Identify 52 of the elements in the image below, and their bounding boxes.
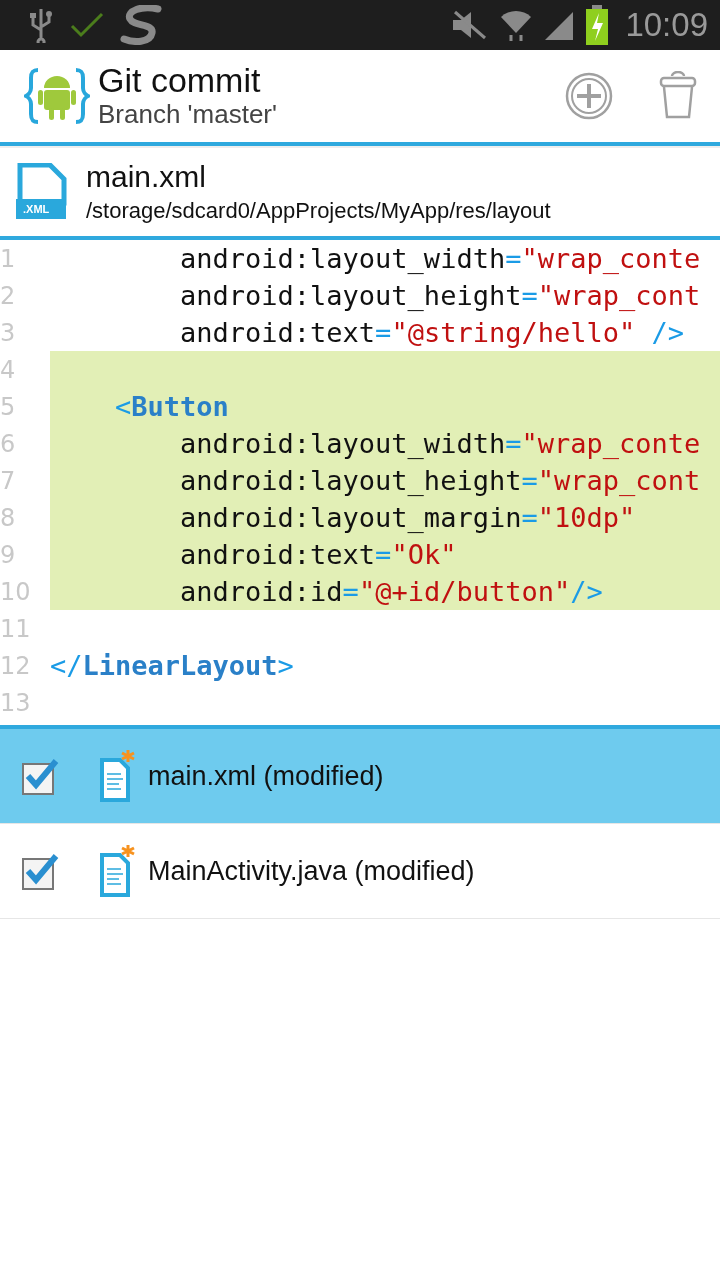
code-tag: LinearLayout — [82, 650, 278, 681]
code-string: "wrap_cont — [537, 280, 701, 311]
code-text: android:layout_width — [179, 428, 506, 459]
code-punctuation: </ — [50, 650, 83, 681]
usb-icon — [28, 7, 54, 43]
code-punctuation: = — [375, 317, 392, 348]
code-string: "10dp" — [537, 502, 636, 533]
code-text: android:id — [179, 576, 343, 607]
code-string: "wrap_cont — [537, 465, 701, 496]
file-name: main.xml — [86, 160, 207, 194]
code-punctuation: /> — [570, 576, 603, 607]
code-punctuation: = — [375, 539, 392, 570]
changed-file-row[interactable]: main.xml (modified) — [0, 729, 720, 824]
code-text: android:layout_width — [179, 243, 506, 274]
checkbox[interactable] — [20, 851, 60, 891]
code-punctuation: /> — [650, 317, 684, 348]
changed-file-row[interactable]: MainActivity.java (modified) — [0, 824, 720, 919]
android-braces-icon — [24, 68, 90, 124]
code-punctuation: = — [521, 502, 538, 533]
checkbox[interactable] — [20, 756, 60, 796]
swirl-icon — [120, 5, 162, 45]
xml-file-icon — [14, 163, 68, 221]
screen-title: Git commit — [98, 61, 262, 100]
code-punctuation: > — [277, 650, 294, 681]
code-tag: Button — [131, 391, 229, 422]
file-label: MainActivity.java (modified) — [148, 855, 475, 887]
code-punctuation: < — [114, 391, 132, 422]
file-type-label: .XML — [23, 203, 50, 215]
file-path: /storage/sdcard0/AppProjects/MyApp/res/layout — [86, 198, 551, 224]
code-string: "@+id/button" — [358, 576, 571, 607]
code-text: android:layout_height — [179, 465, 522, 496]
code-punctuation: = — [521, 280, 538, 311]
code-text: android:text — [179, 317, 376, 348]
code-punctuation: = — [342, 576, 359, 607]
code-string: "Ok" — [391, 539, 457, 570]
file-label: main.xml (modified) — [148, 760, 384, 792]
check-icon — [70, 12, 104, 38]
code-string: "@string/hello" — [391, 317, 636, 348]
code-punctuation: = — [505, 428, 522, 459]
battery-icon — [585, 5, 610, 45]
code-punctuation: = — [521, 465, 538, 496]
code-text: android:layout_margin — [179, 502, 522, 533]
code-text: android:text — [179, 539, 376, 570]
add-button[interactable] — [564, 71, 614, 121]
delete-button[interactable] — [658, 71, 698, 121]
signal-icon — [543, 10, 576, 40]
code-string: "wrap_conte — [521, 428, 701, 459]
code-text: android:layout_height — [179, 280, 522, 311]
branch-subtitle: Branch 'master' — [98, 99, 278, 131]
clock-time: 10:09 — [625, 6, 708, 44]
code-punctuation: = — [505, 243, 522, 274]
code-string: "wrap_conte — [521, 243, 701, 274]
